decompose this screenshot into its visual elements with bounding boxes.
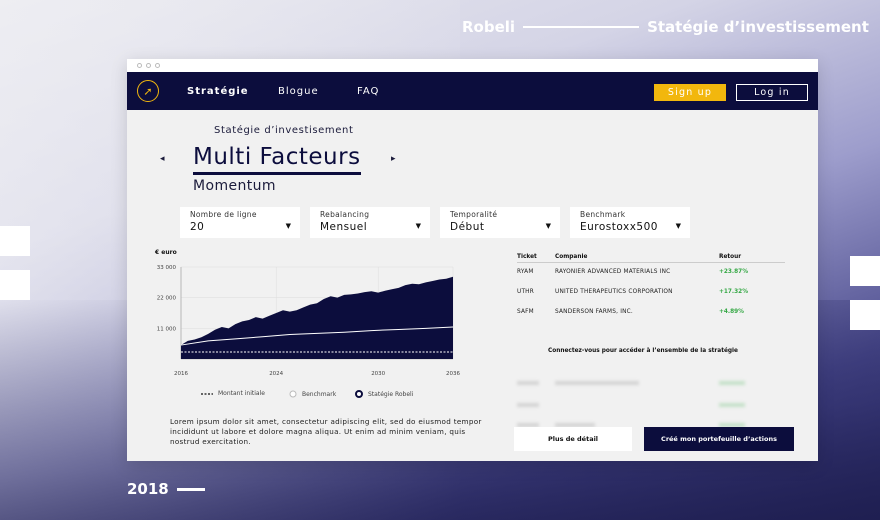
y-tick-label: 11 000 (157, 326, 177, 332)
return-cell: +4.89% (719, 309, 744, 315)
next-arrow-icon[interactable]: ▸ (391, 154, 396, 164)
details-button[interactable]: Plus de détail (514, 427, 632, 451)
window-dot[interactable] (146, 63, 151, 68)
brand-divider (523, 26, 640, 28)
x-tick-label: 2030 (371, 371, 385, 377)
deco-block (0, 226, 30, 256)
browser-window: ➚ Stratégie Blogue FAQ Sign up Log in St… (127, 59, 818, 461)
x-tick-label: 2016 (174, 371, 188, 377)
return-cell: +23.87% (719, 269, 749, 275)
select-label: Nombre de ligne (190, 210, 257, 219)
legend-item-initial: Montant initiale (201, 390, 265, 397)
strategy-area (181, 276, 453, 359)
select-value: Eurostoxx500 (580, 221, 658, 233)
select-label: Temporalité (450, 210, 498, 219)
y-axis-label: € euro (154, 249, 177, 256)
caret-down-icon: ▼ (415, 222, 421, 230)
company-cell: UNITED THERAPEUTICS CORPORATION (555, 289, 673, 295)
table-divider (517, 262, 785, 263)
caret-down-icon: ▼ (675, 222, 681, 230)
legend-label: Benchmark (302, 390, 337, 398)
strategy-subtitle: Statégie d’investisement (214, 125, 354, 136)
select-benchmark[interactable]: Benchmark Eurostoxx500 ▼ (570, 207, 690, 238)
select-value: Mensuel (320, 221, 368, 233)
create-portfolio-button[interactable]: Créé mon portefeuille d’actions (644, 427, 794, 451)
deco-block (0, 270, 30, 300)
legend-label: Montant initiale (218, 390, 265, 397)
ticker-cell: SAFM (517, 309, 534, 315)
select-label: Rebalancing (320, 210, 370, 219)
select-temporalite[interactable]: Temporalité Début ▼ (440, 207, 560, 238)
compass-logo-icon[interactable]: ➚ (137, 80, 159, 102)
select-nombre-ligne[interactable]: Nombre de ligne 20 ▼ (180, 207, 300, 238)
nav-item-faq[interactable]: FAQ (357, 86, 379, 97)
window-dot[interactable] (155, 63, 160, 68)
legend-item-strategie: Statégie Robeli (355, 390, 413, 398)
return-cell: +17.32% (719, 289, 749, 295)
company-cell: RAYONIER ADVANCED MATERIALS INC (555, 269, 671, 275)
x-tick-label: 2036 (446, 371, 460, 377)
series-layer (180, 276, 454, 359)
performance-chart: € euro 33 00022 00011 000 2016 2024 2030 20… (154, 249, 460, 377)
signup-button[interactable]: Sign up (654, 84, 726, 101)
ticker-cell: RYAM (517, 269, 534, 275)
y-tick-label: 22 000 (157, 296, 177, 302)
select-value: 20 (190, 221, 205, 233)
navbar: ➚ Stratégie Blogue FAQ Sign up Log in (127, 72, 818, 110)
nav-item-strategie[interactable]: Stratégie (187, 86, 249, 97)
brand-name: Robeli (462, 18, 516, 36)
page-title: Multi Facteurs (193, 143, 361, 175)
select-value: Début (450, 221, 485, 233)
prev-arrow-icon[interactable]: ◂ (160, 154, 165, 164)
year-divider (176, 487, 205, 491)
company-cell: SANDERSON FARMS, INC. (555, 309, 633, 315)
y-ticks: 33 000 22 000 11 000 (157, 265, 177, 332)
x-tick-label: 2024 (269, 371, 283, 377)
factor-name: Momentum (193, 178, 276, 194)
select-rebalancing[interactable]: Rebalancing Mensuel ▼ (310, 207, 430, 238)
deco-block (850, 256, 880, 286)
caret-down-icon: ▼ (545, 222, 551, 230)
year-text: 2018 (127, 480, 169, 498)
window-dot[interactable] (137, 63, 142, 68)
x-ticks: 2016 2024 2030 2036 (174, 371, 460, 377)
y-tick-label: 33 000 (157, 265, 177, 271)
brand-header: Robeli Statégie d’investissement (462, 18, 869, 36)
deco-block (850, 300, 880, 330)
table-header-retour: Retour (719, 254, 742, 260)
year-label: 2018 (127, 480, 205, 498)
ticker-cell: UTHR (517, 289, 534, 295)
window-titlebar (127, 59, 818, 72)
table-header-company: Companie (555, 254, 588, 260)
brand-section: Statégie d’investissement (647, 18, 869, 36)
caret-down-icon: ▼ (285, 222, 291, 230)
nav-item-blogue[interactable]: Blogue (278, 86, 319, 97)
legend-item-benchmark: Benchmark (289, 390, 336, 398)
table-header-ticket: Ticket (517, 254, 537, 260)
description-text: Lorem ipsum dolor sit amet, consectetur … (170, 417, 482, 446)
legend-label: Statégie Robeli (368, 390, 414, 398)
locked-message[interactable]: Connectez-vous pour accéder à l’ensemble… (548, 348, 738, 354)
select-label: Benchmark (580, 210, 626, 219)
login-button[interactable]: Log in (736, 84, 808, 101)
